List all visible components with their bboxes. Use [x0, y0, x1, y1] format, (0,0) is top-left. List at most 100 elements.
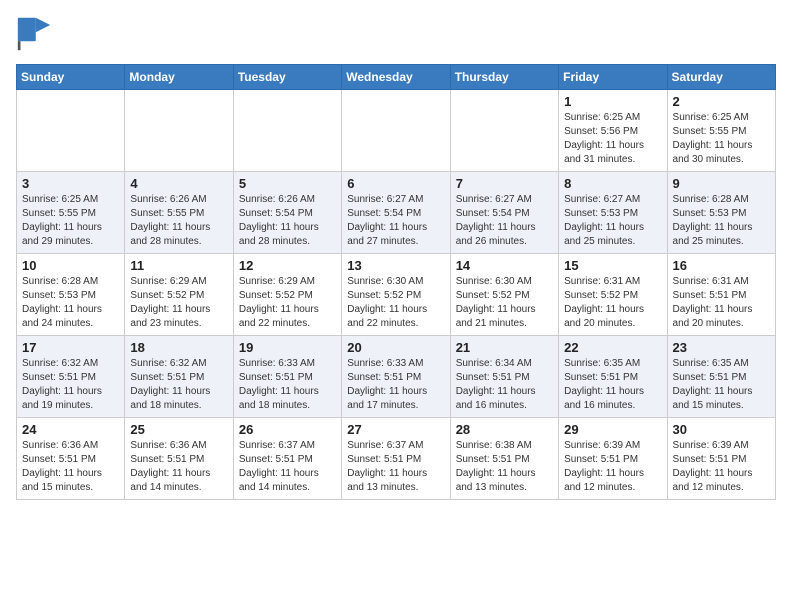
day-info: Sunrise: 6:27 AM Sunset: 5:53 PM Dayligh…: [564, 193, 661, 249]
calendar-cell: 3 Sunrise: 6:25 AM Sunset: 5:55 PM Daylig…: [17, 172, 125, 254]
calendar-cell: [450, 90, 558, 172]
day-number: 13: [347, 258, 444, 273]
calendar-cell: 26 Sunrise: 6:37 AM Sunset: 5:51 PM Dayli…: [233, 418, 341, 500]
day-info: Sunrise: 6:33 AM Sunset: 5:51 PM Dayligh…: [347, 357, 444, 413]
day-info: Sunrise: 6:39 AM Sunset: 5:51 PM Dayligh…: [564, 439, 661, 495]
day-info: Sunrise: 6:37 AM Sunset: 5:51 PM Dayligh…: [239, 439, 336, 495]
day-info: Sunrise: 6:29 AM Sunset: 5:52 PM Dayligh…: [130, 275, 227, 331]
calendar-cell: 5Sunrise: 6:26 AM Sunset: 5:54 PM Daylig…: [233, 172, 341, 254]
day-info: Sunrise: 6:25 AM Sunset: 5:56 PM Dayligh…: [564, 111, 661, 167]
calendar-cell: 27 Sunrise: 6:37 AM Sunset: 5:51 PM Dayli…: [342, 418, 450, 500]
day-info: Sunrise: 6:35 AM Sunset: 5:51 PM Dayligh…: [564, 357, 661, 413]
day-number: 16: [673, 258, 770, 273]
day-number: 17: [22, 340, 119, 355]
calendar-cell: 21 Sunrise: 6:34 AM Sunset: 5:51 PM Dayli…: [450, 336, 558, 418]
calendar-cell: 25 Sunrise: 6:36 AM Sunset: 5:51 PM Dayli…: [125, 418, 233, 500]
day-number: 18: [130, 340, 227, 355]
day-number: 23: [673, 340, 770, 355]
day-number: 6: [347, 176, 444, 191]
day-number: 1: [564, 94, 661, 109]
day-info: Sunrise: 6:27 AM Sunset: 5:54 PM Dayligh…: [347, 193, 444, 249]
calendar-cell: 12 Sunrise: 6:29 AM Sunset: 5:52 PM Dayli…: [233, 254, 341, 336]
calendar-cell: 29 Sunrise: 6:39 AM Sunset: 5:51 PM Dayli…: [559, 418, 667, 500]
day-number: 8: [564, 176, 661, 191]
calendar-cell: [233, 90, 341, 172]
day-number: 5: [239, 176, 336, 191]
day-number: 3: [22, 176, 119, 191]
weekday-header-friday: Friday: [559, 65, 667, 90]
day-info: Sunrise: 6:28 AM Sunset: 5:53 PM Dayligh…: [22, 275, 119, 331]
week-row-5: 24 Sunrise: 6:36 AM Sunset: 5:51 PM Dayli…: [17, 418, 776, 500]
week-row-2: 3 Sunrise: 6:25 AM Sunset: 5:55 PM Daylig…: [17, 172, 776, 254]
day-info: Sunrise: 6:30 AM Sunset: 5:52 PM Dayligh…: [347, 275, 444, 331]
calendar-cell: 24 Sunrise: 6:36 AM Sunset: 5:51 PM Dayli…: [17, 418, 125, 500]
calendar-cell: 18 Sunrise: 6:32 AM Sunset: 5:51 PM Dayli…: [125, 336, 233, 418]
calendar-cell: 30 Sunrise: 6:39 AM Sunset: 5:51 PM Dayli…: [667, 418, 775, 500]
day-number: 10: [22, 258, 119, 273]
calendar-cell: [342, 90, 450, 172]
calendar-cell: 20Sunrise: 6:33 AM Sunset: 5:51 PM Dayli…: [342, 336, 450, 418]
day-number: 28: [456, 422, 553, 437]
day-info: Sunrise: 6:25 AM Sunset: 5:55 PM Dayligh…: [673, 111, 770, 167]
calendar-cell: 6 Sunrise: 6:27 AM Sunset: 5:54 PM Daylig…: [342, 172, 450, 254]
day-info: Sunrise: 6:35 AM Sunset: 5:51 PM Dayligh…: [673, 357, 770, 413]
day-number: 22: [564, 340, 661, 355]
calendar-cell: 22 Sunrise: 6:35 AM Sunset: 5:51 PM Dayli…: [559, 336, 667, 418]
day-info: Sunrise: 6:38 AM Sunset: 5:51 PM Dayligh…: [456, 439, 553, 495]
day-info: Sunrise: 6:39 AM Sunset: 5:51 PM Dayligh…: [673, 439, 770, 495]
week-row-3: 10 Sunrise: 6:28 AM Sunset: 5:53 PM Dayli…: [17, 254, 776, 336]
day-number: 9: [673, 176, 770, 191]
calendar-cell: 11 Sunrise: 6:29 AM Sunset: 5:52 PM Dayli…: [125, 254, 233, 336]
logo-icon: [16, 16, 52, 52]
day-number: 19: [239, 340, 336, 355]
day-number: 29: [564, 422, 661, 437]
day-info: Sunrise: 6:28 AM Sunset: 5:53 PM Dayligh…: [673, 193, 770, 249]
day-number: 24: [22, 422, 119, 437]
calendar-cell: 1 Sunrise: 6:25 AM Sunset: 5:56 PM Daylig…: [559, 90, 667, 172]
calendar-cell: 4 Sunrise: 6:26 AM Sunset: 5:55 PM Daylig…: [125, 172, 233, 254]
calendar-cell: 9 Sunrise: 6:28 AM Sunset: 5:53 PM Daylig…: [667, 172, 775, 254]
calendar-cell: 23 Sunrise: 6:35 AM Sunset: 5:51 PM Dayli…: [667, 336, 775, 418]
logo: [16, 16, 56, 52]
weekday-header-saturday: Saturday: [667, 65, 775, 90]
day-number: 12: [239, 258, 336, 273]
day-info: Sunrise: 6:32 AM Sunset: 5:51 PM Dayligh…: [130, 357, 227, 413]
calendar-cell: 8 Sunrise: 6:27 AM Sunset: 5:53 PM Daylig…: [559, 172, 667, 254]
calendar-header: SundayMondayTuesdayWednesdayThursdayFrid…: [17, 65, 776, 90]
calendar-cell: 15 Sunrise: 6:31 AM Sunset: 5:52 PM Dayli…: [559, 254, 667, 336]
calendar-cell: 28 Sunrise: 6:38 AM Sunset: 5:51 PM Dayli…: [450, 418, 558, 500]
day-number: 15: [564, 258, 661, 273]
day-info: Sunrise: 6:27 AM Sunset: 5:54 PM Dayligh…: [456, 193, 553, 249]
day-info: Sunrise: 6:37 AM Sunset: 5:51 PM Dayligh…: [347, 439, 444, 495]
calendar-body: 1 Sunrise: 6:25 AM Sunset: 5:56 PM Daylig…: [17, 90, 776, 500]
day-number: 27: [347, 422, 444, 437]
page-header: [16, 16, 776, 52]
weekday-header-monday: Monday: [125, 65, 233, 90]
calendar-cell: 14Sunrise: 6:30 AM Sunset: 5:52 PM Dayli…: [450, 254, 558, 336]
calendar-cell: 2Sunrise: 6:25 AM Sunset: 5:55 PM Daylig…: [667, 90, 775, 172]
calendar-cell: 10 Sunrise: 6:28 AM Sunset: 5:53 PM Dayli…: [17, 254, 125, 336]
day-info: Sunrise: 6:29 AM Sunset: 5:52 PM Dayligh…: [239, 275, 336, 331]
day-info: Sunrise: 6:33 AM Sunset: 5:51 PM Dayligh…: [239, 357, 336, 413]
weekday-header-sunday: Sunday: [17, 65, 125, 90]
week-row-1: 1 Sunrise: 6:25 AM Sunset: 5:56 PM Daylig…: [17, 90, 776, 172]
day-info: Sunrise: 6:26 AM Sunset: 5:55 PM Dayligh…: [130, 193, 227, 249]
day-info: Sunrise: 6:31 AM Sunset: 5:51 PM Dayligh…: [673, 275, 770, 331]
day-info: Sunrise: 6:31 AM Sunset: 5:52 PM Dayligh…: [564, 275, 661, 331]
weekday-header-thursday: Thursday: [450, 65, 558, 90]
day-info: Sunrise: 6:34 AM Sunset: 5:51 PM Dayligh…: [456, 357, 553, 413]
day-info: Sunrise: 6:36 AM Sunset: 5:51 PM Dayligh…: [22, 439, 119, 495]
calendar-cell: 19 Sunrise: 6:33 AM Sunset: 5:51 PM Dayli…: [233, 336, 341, 418]
day-number: 4: [130, 176, 227, 191]
calendar-cell: [17, 90, 125, 172]
calendar-cell: [125, 90, 233, 172]
day-number: 21: [456, 340, 553, 355]
day-info: Sunrise: 6:36 AM Sunset: 5:51 PM Dayligh…: [130, 439, 227, 495]
day-info: Sunrise: 6:32 AM Sunset: 5:51 PM Dayligh…: [22, 357, 119, 413]
day-number: 25: [130, 422, 227, 437]
day-number: 30: [673, 422, 770, 437]
day-info: Sunrise: 6:25 AM Sunset: 5:55 PM Dayligh…: [22, 193, 119, 249]
day-number: 11: [130, 258, 227, 273]
day-info: Sunrise: 6:30 AM Sunset: 5:52 PM Dayligh…: [456, 275, 553, 331]
day-number: 26: [239, 422, 336, 437]
